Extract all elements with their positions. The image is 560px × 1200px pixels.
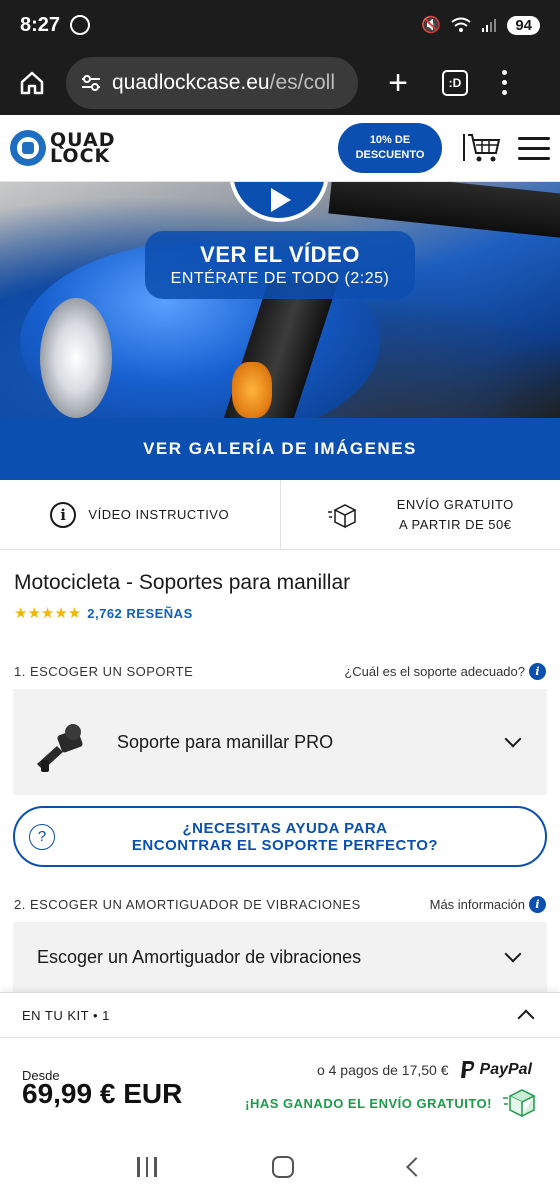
- chevron-down-icon: [504, 945, 522, 963]
- watch-video-button[interactable]: VER EL VÍDEO ENTÉRATE DE TODO (2:25): [145, 231, 415, 299]
- new-tab-icon[interactable]: +: [380, 66, 416, 100]
- url-text: quadlockcase.eu/es/coll: [112, 71, 335, 95]
- home-icon: [20, 71, 44, 94]
- product-rating[interactable]: ★★★★★ 2,762 RESEÑAS: [14, 604, 193, 622]
- info-icon: i: [50, 501, 77, 528]
- find-mount-help-text: ¿NECESITAS AYUDA PARA ENCONTRAR EL SOPOR…: [131, 819, 439, 854]
- back-icon[interactable]: [405, 1157, 426, 1177]
- url-path: /es/coll: [269, 70, 335, 94]
- instructional-video-label: VÍDEO INSTRUCTIVO: [88, 507, 230, 522]
- logo-text: QUAD LOCK: [50, 129, 116, 167]
- cart-icon[interactable]: [462, 131, 502, 165]
- signal-icon: [482, 19, 497, 32]
- reviews-link[interactable]: 2,762 RESEÑAS: [87, 606, 193, 621]
- battery-indicator: 94: [507, 15, 540, 35]
- paypal-logo: PayPal: [459, 1060, 532, 1080]
- step1-help-link[interactable]: ¿Cuál es el soporte adecuado? i: [344, 663, 546, 680]
- star-rating-icon: ★★★★★: [14, 605, 82, 622]
- quad-lock-logo[interactable]: QUAD LOCK: [10, 130, 115, 166]
- site-header: QUAD LOCK 10% DE DESCUENTO: [0, 115, 560, 182]
- price-bar: Desde 69,99 € EUR o 4 pagos de 17,50 € P…: [0, 1038, 560, 1134]
- product-title: Motocicleta - Soportes para manillar: [14, 571, 351, 594]
- play-icon[interactable]: [229, 182, 329, 222]
- shipping-box-icon: [327, 503, 357, 528]
- find-mount-help-button[interactable]: ? ¿NECESITAS AYUDA PARA ENCONTRAR EL SOP…: [13, 806, 547, 867]
- instructional-video-link[interactable]: i VÍDEO INSTRUCTIVO: [0, 480, 281, 549]
- kit-count-label: EN TU KIT • 1: [22, 1007, 110, 1023]
- handlebar-mount-thumbnail: [37, 724, 83, 772]
- green-shipping-box-icon: [503, 1089, 536, 1118]
- whatsapp-icon: [70, 15, 91, 35]
- free-shipping-info: ENVÍO GRATUITO A PARTIR DE 50€: [281, 480, 560, 549]
- discount-button[interactable]: 10% DE DESCUENTO: [338, 123, 442, 173]
- status-time: 8:27: [20, 13, 61, 36]
- free-shipping-text: ENVÍO GRATUITO A PARTIR DE 50€: [396, 496, 514, 532]
- logo-mark-icon: [10, 130, 46, 166]
- image-gallery-button[interactable]: VER GALERÍA DE IMÁGENES: [0, 418, 560, 480]
- vibration-dampener-select[interactable]: Escoger un Amortiguador de vibraciones: [13, 922, 547, 992]
- status-icons: 🔇 94: [421, 15, 540, 35]
- mount-select[interactable]: Soporte para manillar PRO: [13, 689, 547, 795]
- site-settings-icon[interactable]: [80, 74, 102, 92]
- menu-icon[interactable]: [518, 136, 550, 160]
- free-shipping-earned-text: ¡HAS GANADO EL ENVÍO GRATUITO!: [245, 1095, 492, 1111]
- hero-image-headlight: [40, 298, 112, 418]
- info-icon: i: [529, 663, 546, 680]
- info-icon: i: [529, 896, 546, 913]
- hero-image-handlebar: [328, 182, 560, 239]
- step2-help-link[interactable]: Más información i: [430, 896, 546, 913]
- price-value: 69,99 € EUR: [22, 1078, 183, 1109]
- hero-image-indicator: [232, 362, 272, 418]
- wifi-icon: [451, 17, 471, 32]
- video-title: VER EL VÍDEO: [200, 242, 360, 267]
- vibration-dampener-value: Escoger un Amortiguador de vibraciones: [37, 946, 362, 967]
- recent-apps-icon[interactable]: [137, 1157, 157, 1177]
- browser-toolbar: quadlockcase.eu/es/coll + :D: [0, 50, 560, 115]
- installments-text: o 4 pagos de 17,50 €: [316, 1062, 449, 1078]
- paypal-icon: [460, 1061, 474, 1078]
- mount-selected-value: Soporte para manillar PRO: [117, 731, 334, 752]
- system-navigation-bar: [0, 1134, 560, 1200]
- hero-video-banner[interactable]: VER EL VÍDEO ENTÉRATE DE TODO (2:25): [0, 182, 560, 418]
- video-subtitle: ENTÉRATE DE TODO (2:25): [170, 270, 390, 287]
- address-bar[interactable]: quadlockcase.eu/es/coll: [66, 56, 358, 109]
- tab-switcher-button[interactable]: :D: [442, 69, 468, 96]
- question-icon: ?: [29, 823, 55, 850]
- chevron-down-icon: [504, 730, 522, 748]
- browser-menu-icon[interactable]: [502, 70, 507, 95]
- url-host: quadlockcase.eu: [112, 70, 270, 94]
- kit-summary-bar[interactable]: EN TU KIT • 1: [0, 992, 560, 1038]
- home-nav-icon[interactable]: [271, 1156, 294, 1178]
- chevron-up-icon[interactable]: [517, 1009, 535, 1027]
- mute-icon: 🔇: [421, 17, 442, 34]
- step1-label: 1. ESCOGER UN SOPORTE: [14, 664, 194, 679]
- free-shipping-earned: ¡HAS GANADO EL ENVÍO GRATUITO!: [245, 1086, 538, 1120]
- home-button[interactable]: [12, 63, 52, 103]
- info-row: i VÍDEO INSTRUCTIVO ENVÍO GRATUITO A PAR…: [0, 480, 560, 550]
- step2-label: 2. ESCOGER UN AMORTIGUADOR DE VIBRACIONE…: [14, 897, 361, 912]
- paypal-installments[interactable]: o 4 pagos de 17,50 € PayPal: [317, 1060, 532, 1080]
- status-bar: 8:27 🔇 94: [0, 0, 560, 50]
